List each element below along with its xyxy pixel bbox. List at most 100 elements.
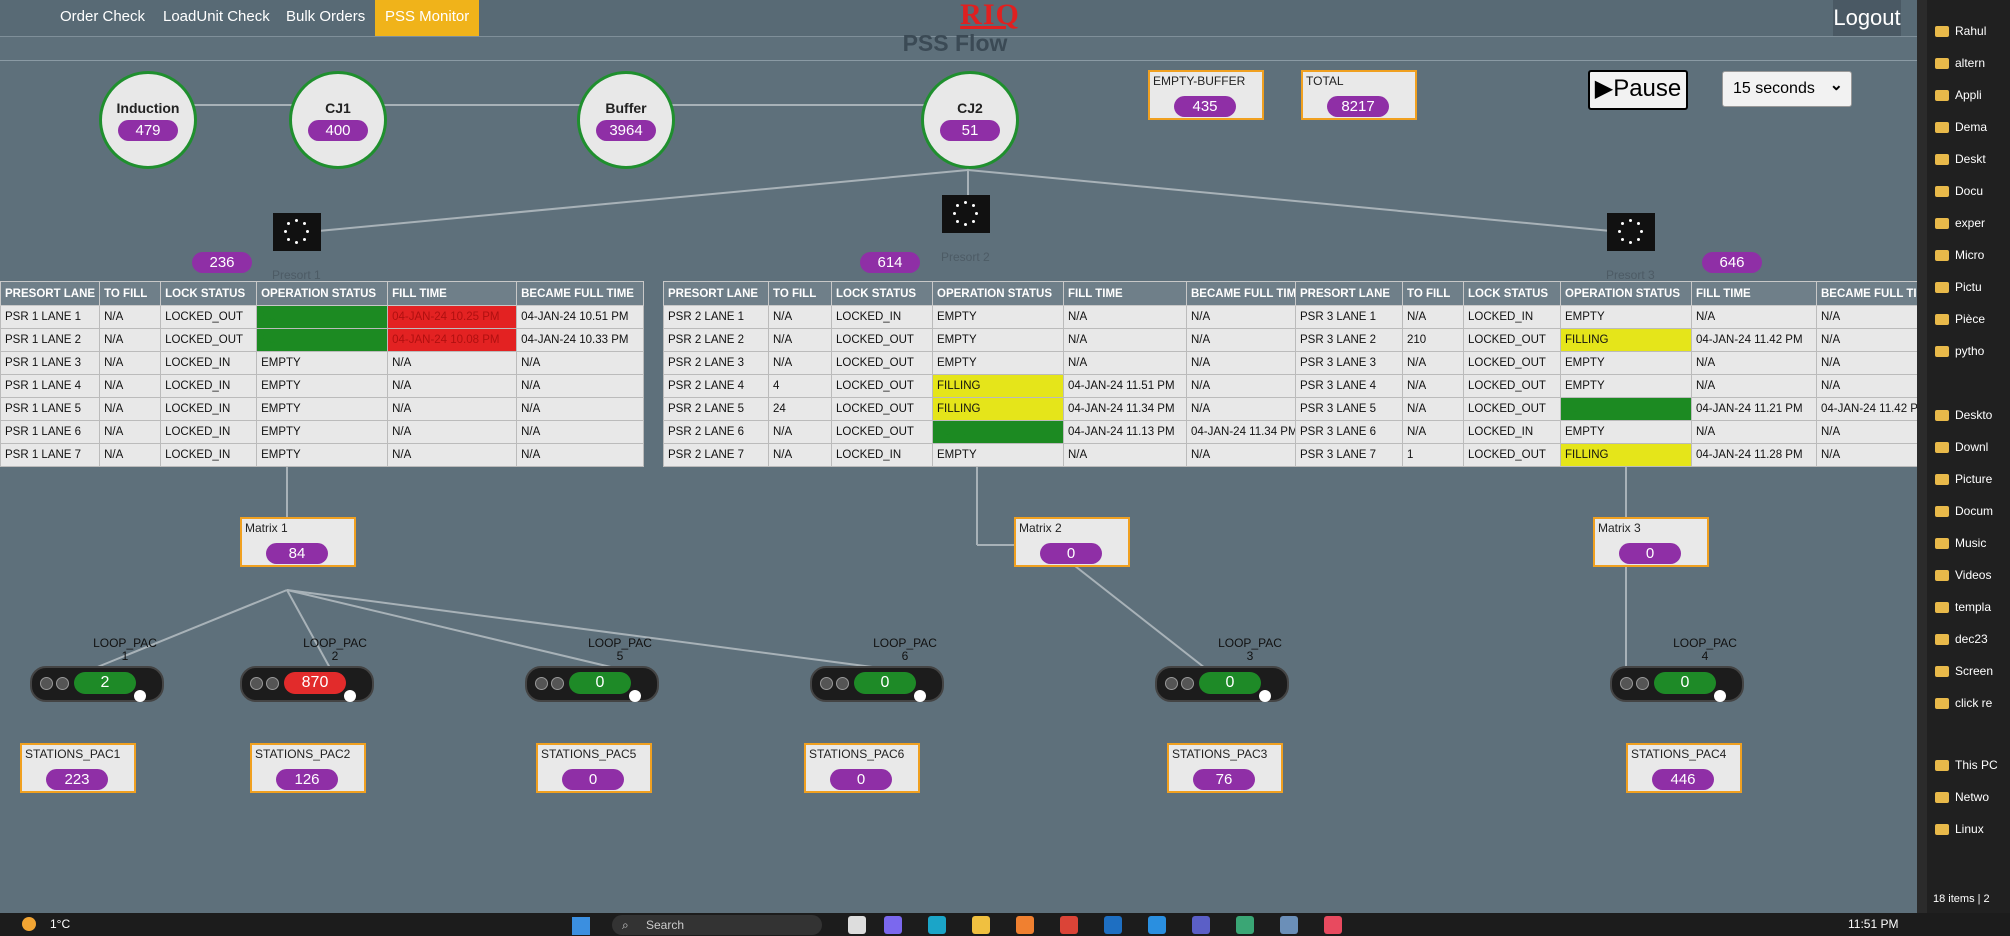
refresh-interval-select[interactable]: 15 seconds ⌄: [1722, 71, 1852, 107]
node-buffer[interactable]: Buffer 3964: [577, 71, 675, 169]
taskbar-app-icon[interactable]: [884, 916, 902, 934]
table-header-row: PRESORT LANE TO FILL LOCK STATUS OPERATION …: [1295, 281, 1944, 306]
explorer-item[interactable]: Docum: [1935, 500, 1993, 522]
brand-logo[interactable]: RIQ: [920, 0, 1060, 32]
logout-button[interactable]: Logout: [1833, 0, 1901, 36]
taskbar-app-icon[interactable]: [1236, 916, 1254, 934]
explorer-item[interactable]: Music: [1935, 532, 1986, 554]
explorer-item-label: Pictu: [1955, 280, 1982, 294]
table-row[interactable]: PSR 1 LANE 1 N/A LOCKED_OUT FULL 04-JAN-24 1…: [0, 305, 645, 329]
taskbar-app-icon[interactable]: [1016, 916, 1034, 934]
tab-bulk-orders[interactable]: Bulk Orders: [276, 0, 375, 36]
matrix-count: 84: [266, 543, 328, 564]
table-cell: FILLING: [1560, 328, 1692, 352]
explorer-item[interactable]: Rahul: [1935, 20, 1986, 42]
taskbar-app-icon[interactable]: [1324, 916, 1342, 934]
table-row[interactable]: PSR 2 LANE 1 N/A LOCKED_IN EMPTY N/A N/A: [663, 305, 1314, 329]
loop-pac-conveyor[interactable]: 0: [1610, 666, 1744, 702]
explorer-item-label: Videos: [1955, 568, 1992, 582]
explorer-item-label: Deskto: [1955, 408, 1993, 422]
table-row[interactable]: PSR 1 LANE 6 N/A LOCKED_IN EMPTY N/A N/A: [0, 420, 645, 444]
vscode-icon[interactable]: [1148, 916, 1166, 934]
table-row[interactable]: PSR 2 LANE 4 4 LOCKED_OUT FILLING 04-JAN-24 …: [663, 374, 1314, 398]
total-card: TOTAL 8217: [1301, 70, 1417, 120]
explorer-item[interactable]: dec23: [1935, 628, 1988, 650]
explorer-item[interactable]: Micro: [1935, 244, 1984, 266]
table-row[interactable]: PSR 3 LANE 5 N/A LOCKED_OUT FULL 04-JAN-24 1…: [1295, 397, 1944, 421]
explorer-item[interactable]: templa: [1935, 596, 1991, 618]
node-label: Buffer: [605, 100, 647, 116]
explorer-item[interactable]: Picture: [1935, 468, 1992, 490]
table-cell: PSR 1 LANE 2: [0, 328, 101, 352]
explorer-item[interactable]: click re: [1935, 692, 1992, 714]
explorer-item[interactable]: Linux: [1935, 818, 1984, 840]
explorer-item[interactable]: Deskt: [1935, 148, 1986, 170]
explorer-item[interactable]: Pictu: [1935, 276, 1982, 298]
explorer-item[interactable]: This PC: [1935, 754, 1998, 776]
explorer-item[interactable]: Appli: [1935, 84, 1982, 106]
table-row[interactable]: PSR 1 LANE 2 N/A LOCKED_OUT FULL 04-JAN-24 1…: [0, 328, 645, 352]
loop-pac-conveyor[interactable]: 870: [240, 666, 374, 702]
table-row[interactable]: PSR 1 LANE 3 N/A LOCKED_IN EMPTY N/A N/A: [0, 351, 645, 375]
explorer-item[interactable]: pytho: [1935, 340, 1984, 362]
taskbar-app-icon[interactable]: [1280, 916, 1298, 934]
explorer-item[interactable]: altern: [1935, 52, 1985, 74]
table-row[interactable]: PSR 2 LANE 7 N/A LOCKED_IN EMPTY N/A N/A: [663, 443, 1314, 467]
clock[interactable]: 11:51 PM: [1848, 917, 1898, 931]
loop-pac-conveyor[interactable]: 0: [525, 666, 659, 702]
table-row[interactable]: PSR 2 LANE 6 N/A LOCKED_OUT FULL 04-JAN-24 1…: [663, 420, 1314, 444]
tab-pss-monitor[interactable]: PSS Monitor: [375, 0, 480, 36]
node-cj1[interactable]: CJ1 400: [289, 71, 387, 169]
outlook-icon[interactable]: [1104, 916, 1122, 934]
start-icon[interactable]: [572, 917, 590, 935]
explorer-item[interactable]: exper: [1935, 212, 1985, 234]
table-row[interactable]: PSR 2 LANE 5 24 LOCKED_OUT FILLING 04-JAN-24…: [663, 397, 1314, 421]
station-card: STATIONS_PAC6 0: [804, 743, 920, 793]
table-cell: PSR 1 LANE 7: [0, 443, 101, 467]
loop-pac-conveyor[interactable]: 0: [1155, 666, 1289, 702]
tab-order-check[interactable]: Order Check: [50, 0, 155, 36]
teams-icon[interactable]: [1192, 916, 1210, 934]
explorer-item[interactable]: Dema: [1935, 116, 1987, 138]
edge-icon[interactable]: [928, 916, 946, 934]
table-cell: EMPTY: [256, 374, 389, 398]
table-row[interactable]: PSR 3 LANE 3 N/A LOCKED_OUT EMPTY N/A N/A: [1295, 351, 1944, 375]
table-row[interactable]: PSR 3 LANE 2 210 LOCKED_OUT FILLING 04-JAN-2…: [1295, 328, 1944, 352]
explorer-item[interactable]: Deskto: [1935, 404, 1992, 426]
table-cell: LOCKED_OUT: [1463, 374, 1561, 398]
loop-pac-conveyor[interactable]: 0: [810, 666, 944, 702]
folder-icon[interactable]: [972, 916, 990, 934]
search-box[interactable]: ⌕ Search: [612, 915, 822, 935]
explorer-item[interactable]: Videos: [1935, 564, 1991, 586]
table-cell: LOCKED_OUT: [831, 351, 933, 375]
explorer-item[interactable]: Netwo: [1935, 786, 1989, 808]
explorer-item-label: This PC: [1955, 758, 1998, 772]
node-count: 400: [308, 120, 368, 141]
explorer-item[interactable]: Screen: [1935, 660, 1993, 682]
node-induction[interactable]: Induction 479: [99, 71, 197, 169]
table-row[interactable]: PSR 3 LANE 1 N/A LOCKED_IN EMPTY N/A N/A: [1295, 305, 1944, 329]
chrome-icon[interactable]: [1060, 916, 1078, 934]
table-row[interactable]: PSR 1 LANE 7 N/A LOCKED_IN EMPTY N/A N/A: [0, 443, 645, 467]
explorer-item[interactable]: Pièce: [1935, 308, 1985, 330]
table-row[interactable]: PSR 1 LANE 5 N/A LOCKED_IN EMPTY N/A N/A: [0, 397, 645, 421]
table-row[interactable]: PSR 3 LANE 4 N/A LOCKED_OUT EMPTY N/A N/A: [1295, 374, 1944, 398]
explorer-item[interactable]: Docu: [1935, 180, 1983, 202]
table-row[interactable]: PSR 3 LANE 7 1 LOCKED_OUT FILLING 04-JAN-24 …: [1295, 443, 1944, 467]
table-cell: N/A: [1691, 351, 1817, 375]
station-label: STATIONS_PAC4: [1631, 747, 1727, 761]
folder-icon: [1935, 90, 1949, 102]
loop-pac-conveyor[interactable]: 2: [30, 666, 164, 702]
node-cj2[interactable]: CJ2 51: [921, 71, 1019, 169]
pause-button[interactable]: ▶Pause: [1588, 70, 1688, 110]
scrollbar[interactable]: [1917, 0, 1927, 913]
table-row[interactable]: PSR 2 LANE 3 N/A LOCKED_OUT EMPTY N/A N/A: [663, 351, 1314, 375]
explorer-item[interactable]: Downl: [1935, 436, 1988, 458]
taskbar-app-icon[interactable]: [848, 916, 866, 934]
tab-loadunit-check[interactable]: LoadUnit Check: [153, 0, 280, 36]
table-row[interactable]: PSR 1 LANE 4 N/A LOCKED_IN EMPTY N/A N/A: [0, 374, 645, 398]
table-row[interactable]: PSR 3 LANE 6 N/A LOCKED_IN EMPTY N/A N/A: [1295, 420, 1944, 444]
weather-temp[interactable]: 1°C: [50, 917, 70, 931]
table-row[interactable]: PSR 2 LANE 2 N/A LOCKED_OUT EMPTY N/A N/A: [663, 328, 1314, 352]
table-cell: EMPTY: [932, 328, 1064, 352]
